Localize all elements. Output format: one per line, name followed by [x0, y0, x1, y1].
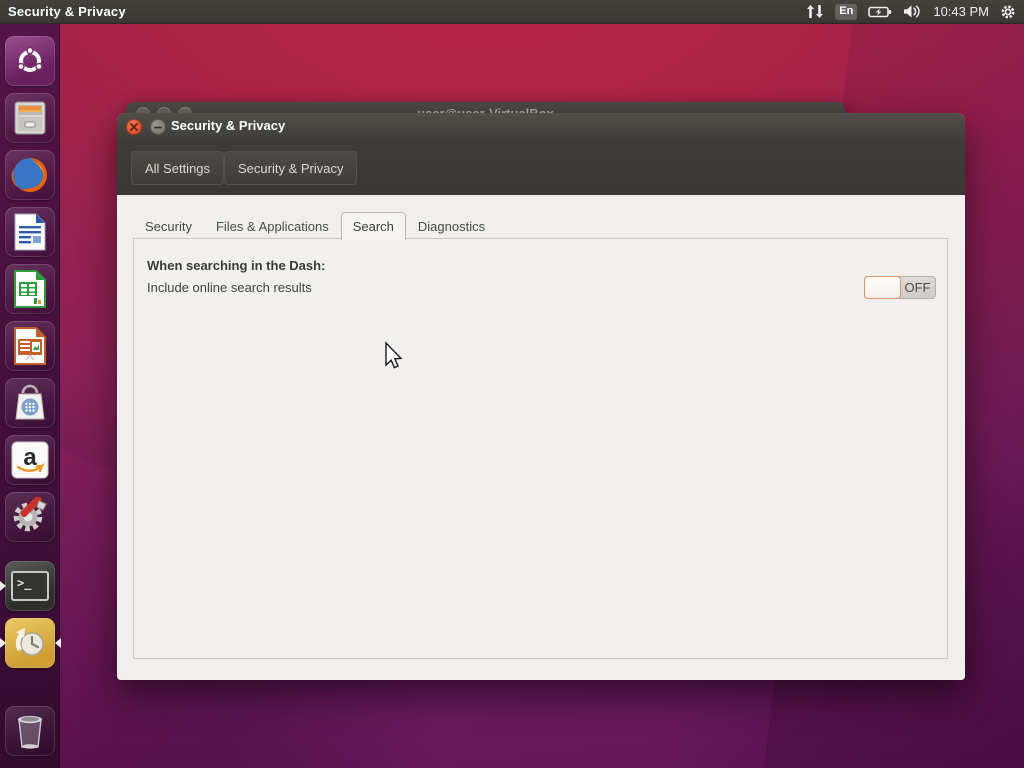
terminal-prompt-icon: >_: [11, 571, 49, 601]
launcher-item-amazon[interactable]: a: [5, 435, 55, 485]
impress-presentation-icon: [12, 326, 48, 366]
launcher-item-files[interactable]: [5, 93, 55, 143]
close-button[interactable]: [126, 119, 142, 135]
ubuntu-logo-icon: [14, 45, 46, 77]
launcher-item-backup[interactable]: [5, 618, 55, 668]
dash-search-heading: When searching in the Dash:: [147, 258, 325, 273]
online-results-toggle[interactable]: OFF: [864, 276, 936, 299]
launcher-item-libreoffice-writer[interactable]: [5, 207, 55, 257]
clock[interactable]: 10:43 PM: [933, 4, 989, 19]
calc-spreadsheet-icon: [12, 269, 48, 309]
window-titlebar[interactable]: Security & Privacy: [117, 113, 965, 141]
file-cabinet-icon: [11, 99, 49, 137]
keyboard-indicator[interactable]: En: [835, 4, 857, 20]
tab-security[interactable]: Security: [133, 212, 204, 239]
window-body: Security Files & Applications Search Dia…: [117, 195, 965, 680]
search-tab-pane: When searching in the Dash: Include onli…: [133, 238, 948, 659]
launcher-item-libreoffice-calc[interactable]: [5, 264, 55, 314]
firefox-icon: [10, 155, 50, 195]
launcher-item-libreoffice-impress[interactable]: [5, 321, 55, 371]
all-settings-button[interactable]: All Settings: [131, 151, 224, 185]
writer-document-icon: [12, 212, 48, 252]
battery-icon[interactable]: [868, 5, 892, 19]
minimize-icon: [154, 126, 162, 129]
launcher-item-terminal[interactable]: >_: [5, 561, 55, 611]
volume-icon[interactable]: [903, 4, 922, 19]
window-title: Security & Privacy: [171, 118, 285, 133]
running-indicator-backup: [0, 638, 6, 648]
running-indicator-terminal: [0, 581, 6, 591]
launcher-item-firefox[interactable]: [5, 150, 55, 200]
launcher-item-dash-home[interactable]: [5, 36, 55, 86]
window-toolbar: All Settings Security & Privacy: [117, 141, 965, 195]
focused-indicator-backup: [55, 638, 61, 648]
trash-icon: [11, 711, 49, 751]
current-panel-button[interactable]: Security & Privacy: [224, 151, 357, 185]
svg-text:a: a: [23, 444, 37, 471]
top-panel: Security & Privacy En 10:43 PM: [0, 0, 1024, 24]
launcher-item-software-center[interactable]: [5, 378, 55, 428]
updown-arrows-icon[interactable]: [806, 4, 824, 19]
tab-search[interactable]: Search: [341, 212, 406, 240]
mouse-cursor: [383, 341, 403, 371]
tab-files-applications[interactable]: Files & Applications: [204, 212, 341, 239]
close-icon: [130, 123, 138, 131]
tab-bar: Security Files & Applications Search Dia…: [133, 212, 497, 239]
panel-indicators: En 10:43 PM: [806, 4, 1024, 20]
toggle-state-label: OFF: [900, 277, 935, 298]
session-gear-icon[interactable]: [1000, 4, 1016, 20]
launcher-item-trash[interactable]: [5, 706, 55, 756]
tab-diagnostics[interactable]: Diagnostics: [406, 212, 497, 239]
gear-wrench-icon: [10, 497, 50, 537]
launcher-item-system-settings[interactable]: [5, 492, 55, 542]
unity-launcher: a >_: [0, 24, 60, 768]
shopping-bag-icon: [11, 383, 49, 423]
amazon-icon: a: [10, 440, 50, 480]
security-privacy-window: Security & Privacy All Settings Security…: [117, 113, 965, 680]
minimize-button[interactable]: [150, 119, 166, 135]
history-clock-icon: [11, 624, 49, 662]
online-results-label: Include online search results: [147, 280, 312, 295]
toggle-knob[interactable]: [864, 276, 901, 299]
panel-app-title: Security & Privacy: [0, 4, 126, 19]
